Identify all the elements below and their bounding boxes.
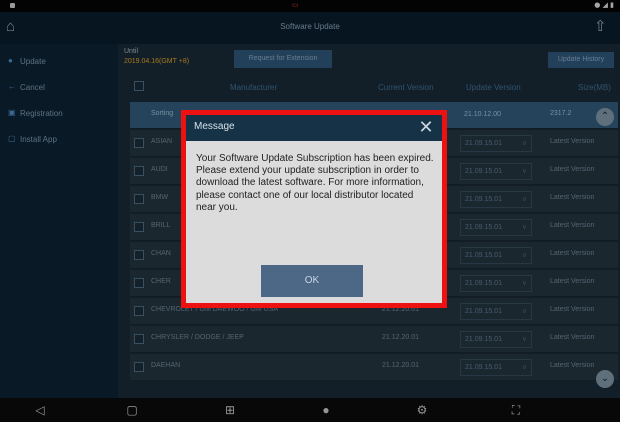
- dialog-title: Message: [194, 121, 235, 132]
- ok-button[interactable]: OK: [261, 265, 363, 297]
- dialog-header: Message ✕: [186, 115, 442, 141]
- close-icon[interactable]: ✕: [416, 117, 436, 137]
- message-dialog: Message ✕ Your Software Update Subscript…: [181, 110, 447, 308]
- dialog-message: Your Software Update Subscription has be…: [196, 153, 434, 213]
